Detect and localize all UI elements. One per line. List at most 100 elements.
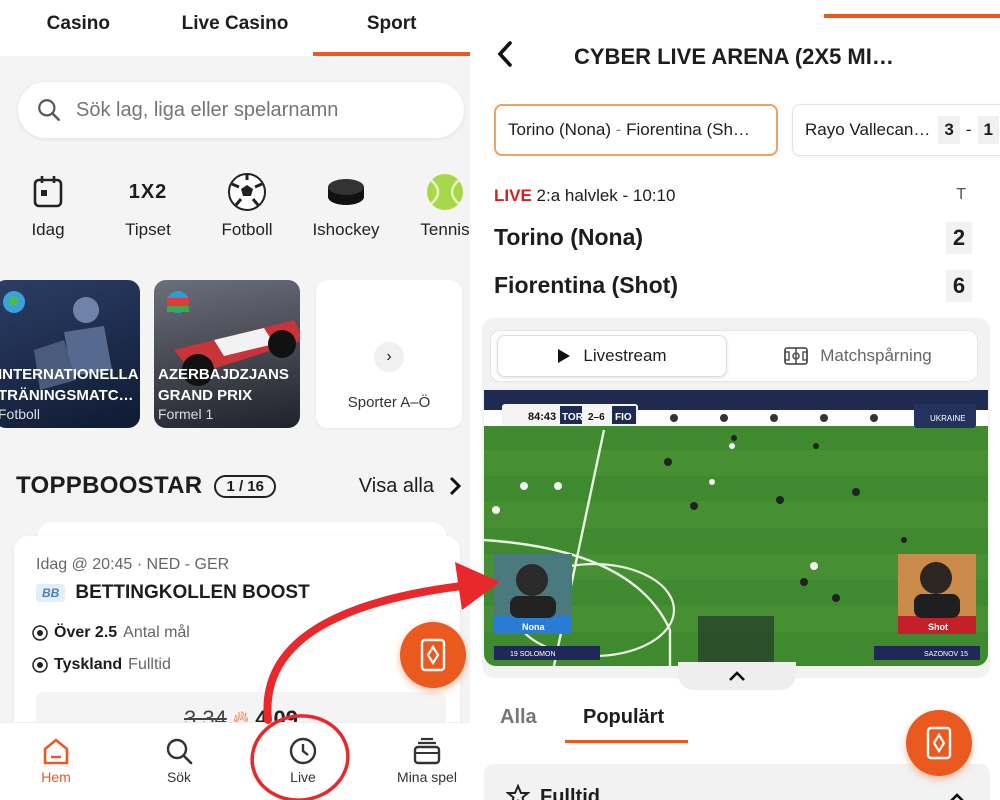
sport-categories: Idag 1X2 Tipset Fotboll Ishockey Tennis [0, 170, 470, 250]
hockey-puck-icon [328, 179, 364, 205]
search-input[interactable] [76, 98, 436, 122]
chevron-left-icon [497, 41, 512, 67]
player-left-name: Nona [522, 622, 545, 632]
search-bar[interactable] [18, 82, 464, 138]
nav-search[interactable]: Sök [129, 733, 229, 785]
betslip-icon [420, 638, 446, 672]
player-bar-left: 19 SOLOMON [510, 651, 556, 658]
match-tab-rayo-vallecano[interactable]: Rayo Vallecan… 3 - 1 [792, 104, 1000, 156]
chevron-up-icon [729, 671, 745, 681]
video-away-abbr: FIO [615, 412, 632, 423]
clock-icon [289, 737, 317, 765]
team-away-score: 6 [946, 270, 972, 302]
boost-title: BB BETTINGKOLLEN BOOST [36, 582, 310, 604]
video-score: 2–6 [588, 412, 605, 423]
chevron-right-icon: › [374, 342, 404, 372]
star-icon [506, 784, 530, 800]
betslip-icon [926, 726, 952, 760]
tab-casino[interactable]: Casino [0, 0, 157, 56]
featured-cards: INTERNATIONELLA TRÄNINGSMATC… Fotboll AZE… [0, 280, 470, 430]
stream-toggle: Livestream Matchspårning [490, 330, 978, 382]
betslip-stack-icon [413, 737, 441, 765]
live-status: LIVE 2:a halvlek - 10:10 [494, 186, 676, 205]
nav-my-bets[interactable]: Mina spel [377, 733, 470, 785]
top-tab-bar: Casino Live Casino Sport [0, 0, 470, 56]
see-all-link[interactable]: Visa alla [359, 475, 462, 498]
home-icon [43, 738, 69, 765]
tab-livestream[interactable]: Livestream [497, 335, 727, 377]
team-away-name: Fiorentina (Shot) [494, 272, 678, 298]
score-column-header: T [956, 186, 966, 203]
category-label: Fotboll [221, 220, 273, 239]
soccer-ball-icon [32, 625, 48, 641]
top-boosts-header: TOPPBOOSTAR 1 / 16 Visa alla [16, 470, 466, 502]
sport-home-screen: Casino Live Casino Sport Idag 1X2 Tipset… [0, 0, 470, 800]
calendar-icon [33, 176, 63, 208]
soccer-ball-icon [32, 657, 48, 673]
live-badge: LIVE [494, 186, 532, 205]
football-game-frame: 84:43 TOR 2–6 FIO UKRAINE Nona Shot 19 S… [484, 390, 988, 666]
card-subtitle: Fotboll [0, 406, 41, 422]
tab-sport[interactable]: Sport [313, 0, 470, 56]
featured-card-azerbaijan-gp[interactable]: AZERBAJDZJANS GRAND PRIX Formel 1 [154, 280, 300, 428]
back-button[interactable] [496, 40, 514, 76]
pitch-icon [784, 347, 809, 365]
match-score: 1 [977, 116, 999, 144]
section-title: TOPPBOOSTAR [16, 472, 203, 499]
category-label: Idag [31, 220, 65, 239]
boost-selection: Tyskland Fulltid [32, 656, 171, 674]
card-subtitle: Formel 1 [158, 406, 214, 422]
livestream-video[interactable]: 84:43 TOR 2–6 FIO UKRAINE Nona Shot 19 S… [484, 390, 988, 666]
betslip-fab[interactable] [400, 622, 466, 688]
match-header: CYBER LIVE ARENA (2X5 MI… [472, 30, 1000, 80]
tab-match-tracker[interactable]: Matchspårning [743, 335, 973, 377]
tab-popular-markets[interactable]: Populärt [564, 706, 689, 743]
tab-indicator [824, 14, 1000, 18]
sports-a-z-card[interactable]: › Sporter A–Ö [316, 280, 462, 428]
tab-live-casino[interactable]: Live Casino [157, 0, 314, 56]
boost-counter-badge: 1 / 16 [214, 474, 276, 498]
betslip-fab[interactable] [906, 710, 972, 776]
nav-home[interactable]: Hem [6, 733, 106, 785]
category-label: Tipset [125, 220, 171, 239]
category-fotboll[interactable]: Fotboll [202, 170, 292, 240]
category-label: Ishockey [312, 220, 380, 239]
chevron-up-icon [950, 793, 964, 800]
live-match-screen: CYBER LIVE ARENA (2X5 MI… Torino (Nona) … [472, 0, 1000, 800]
search-icon [38, 99, 60, 121]
play-icon [558, 349, 571, 363]
nav-live[interactable]: Live [253, 733, 353, 785]
match-tab-torino-fiorentina[interactable]: Torino (Nona) - Fiorentina (Sh… [494, 104, 778, 156]
match-score: 3 [938, 116, 960, 144]
1x2-icon: 1X2 [128, 180, 168, 203]
tennis-ball-icon [427, 174, 463, 210]
team-home-score: 2 [946, 222, 972, 254]
tab-all-markets[interactable]: Alla [500, 706, 537, 729]
category-tipset[interactable]: 1X2 Tipset [103, 170, 193, 240]
card-title: AZERBAJDZJANS GRAND PRIX [158, 366, 289, 404]
boost-meta: Idag @ 20:45 · NED - GER [36, 556, 230, 573]
soccer-ball-icon [228, 173, 266, 211]
category-ishockey[interactable]: Ishockey [301, 170, 391, 240]
boost-selection: Över 2.5 Antal mål [32, 624, 190, 642]
player-bar-right: SAZONOV 15 [924, 651, 968, 658]
collapse-stream-button[interactable] [678, 662, 796, 690]
video-brand-label: UKRAINE [930, 414, 966, 423]
market-section-fulltime[interactable]: Fulltid [484, 764, 990, 800]
player-right-name: Shot [928, 622, 948, 632]
bettingkollen-logo: BB [36, 584, 66, 602]
category-label: Tennis [420, 220, 470, 239]
bottom-nav: Hem Sök Live Mina spel [0, 722, 470, 800]
chevron-right-icon [449, 476, 462, 496]
card-label: Sporter A–Ö [347, 394, 431, 411]
search-icon [166, 738, 193, 765]
card-title: INTERNATIONELLA TRÄNINGSMATC… [0, 366, 139, 404]
video-clock: 84:43 [528, 411, 556, 423]
market-title: Fulltid [540, 786, 600, 800]
page-title: CYBER LIVE ARENA (2X5 MI… [574, 44, 894, 69]
team-home-name: Torino (Nona) [494, 224, 644, 250]
video-home-abbr: TOR [562, 412, 584, 423]
category-idag[interactable]: Idag [3, 170, 93, 240]
category-tennis[interactable]: Tennis [400, 170, 470, 240]
featured-card-international-friendlies[interactable]: INTERNATIONELLA TRÄNINGSMATC… Fotboll [0, 280, 140, 428]
